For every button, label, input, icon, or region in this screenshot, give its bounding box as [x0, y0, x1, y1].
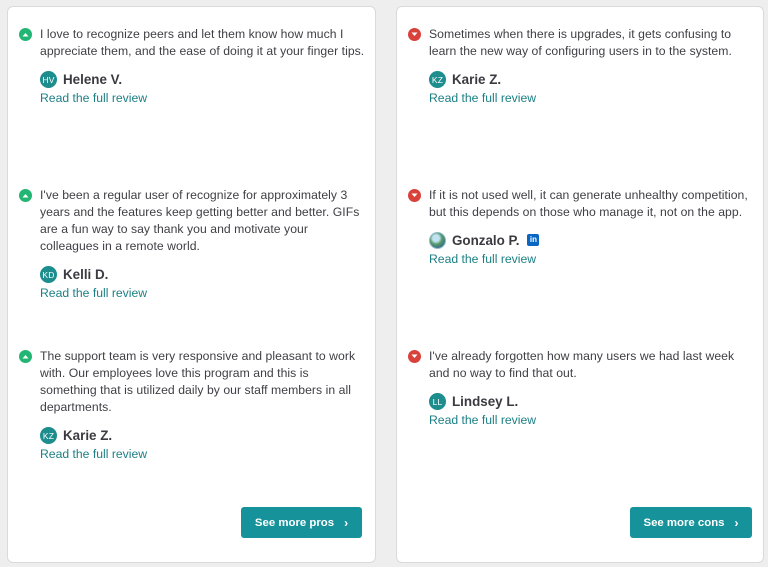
- see-more-cons-label: See more cons: [643, 516, 725, 529]
- pro-review: I love to recognize peers and let them k…: [19, 26, 365, 105]
- con-review: Sometimes when there is upgrades, it get…: [408, 26, 753, 105]
- review-text: I love to recognize peers and let them k…: [40, 27, 365, 58]
- thumbs-up-indicator-icon: [19, 189, 32, 202]
- review-text: I've been a regular user of recognize fo…: [40, 188, 360, 253]
- pro-review: I've been a regular user of recognize fo…: [19, 187, 365, 300]
- read-full-review-link[interactable]: Read the full review: [40, 286, 365, 300]
- chevron-right-icon: ›: [344, 515, 349, 530]
- reviews-page: I love to recognize peers and let them k…: [0, 0, 768, 567]
- see-more-cons-button[interactable]: See more cons ›: [630, 507, 752, 538]
- review-text: Sometimes when there is upgrades, it get…: [429, 27, 732, 58]
- reviewer: KZ Karie Z.: [429, 69, 753, 89]
- reviewer-name: Lindsey L.: [452, 393, 519, 409]
- thumbs-up-indicator-icon: [19, 350, 32, 363]
- review-text: The support team is very responsive and …: [40, 349, 356, 414]
- read-full-review-link[interactable]: Read the full review: [429, 413, 753, 427]
- pros-card: I love to recognize peers and let them k…: [7, 6, 376, 563]
- reviewer: KD Kelli D.: [40, 264, 365, 284]
- review-text: If it is not used well, it can generate …: [429, 188, 748, 219]
- reviewer-name: Helene V.: [63, 71, 123, 87]
- reviewer: Gonzalo P. in: [429, 230, 753, 250]
- cons-card: Sometimes when there is upgrades, it get…: [396, 6, 764, 563]
- avatar: LL: [429, 392, 446, 410]
- pro-review: The support team is very responsive and …: [19, 348, 365, 461]
- thumbs-down-indicator-icon: [408, 189, 421, 202]
- read-full-review-link[interactable]: Read the full review: [429, 91, 753, 105]
- avatar: KZ: [40, 426, 57, 444]
- thumbs-up-indicator-icon: [19, 28, 32, 41]
- avatar: HV: [40, 70, 57, 88]
- avatar-photo: [429, 231, 446, 249]
- thumbs-down-indicator-icon: [408, 28, 421, 41]
- see-more-pros-button[interactable]: See more pros ›: [241, 507, 362, 538]
- reviewer-name: Gonzalo P.: [452, 232, 520, 248]
- reviewer: LL Lindsey L.: [429, 391, 753, 411]
- reviewer: KZ Karie Z.: [40, 425, 365, 445]
- avatar: KZ: [429, 70, 446, 88]
- thumbs-down-indicator-icon: [408, 350, 421, 363]
- avatar: KD: [40, 265, 57, 283]
- reviewer-name: Karie Z.: [63, 427, 113, 443]
- con-review: If it is not used well, it can generate …: [408, 187, 753, 266]
- read-full-review-link[interactable]: Read the full review: [40, 447, 365, 461]
- linkedin-icon[interactable]: in: [527, 234, 540, 246]
- con-review: I've already forgotten how many users we…: [408, 348, 753, 427]
- chevron-right-icon: ›: [734, 515, 739, 530]
- reviewer-name: Kelli D.: [63, 266, 109, 282]
- read-full-review-link[interactable]: Read the full review: [40, 91, 365, 105]
- read-full-review-link[interactable]: Read the full review: [429, 252, 753, 266]
- reviewer-name: Karie Z.: [452, 71, 502, 87]
- reviewer: HV Helene V.: [40, 69, 365, 89]
- review-text: I've already forgotten how many users we…: [429, 349, 735, 380]
- see-more-pros-label: See more pros: [254, 516, 335, 529]
